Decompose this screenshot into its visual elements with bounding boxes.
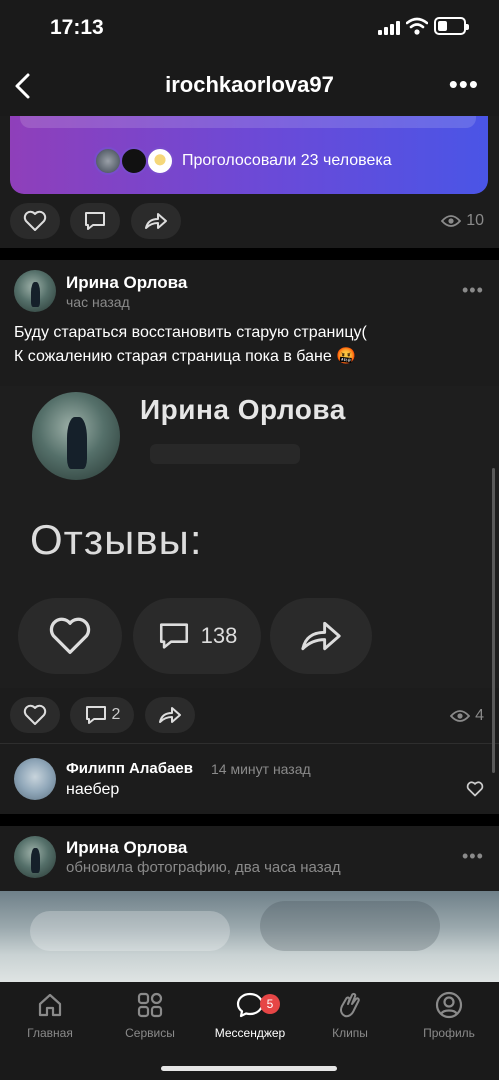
image-avatar — [32, 392, 120, 480]
cellular-signal-icon — [378, 20, 400, 35]
post-author-name[interactable]: Ирина Орлова — [66, 273, 187, 293]
tab-profile[interactable]: Профиль — [404, 990, 494, 1040]
poll-option-bar[interactable] — [20, 116, 476, 128]
share-button[interactable] — [145, 697, 195, 733]
comments-count: 2 — [111, 706, 121, 723]
comment-button[interactable] — [70, 203, 120, 239]
top-navigation-bar: irochkaorlova97 ••• — [0, 56, 499, 116]
poll-block[interactable]: Проголосовали 23 человека — [10, 116, 488, 194]
eye-icon — [450, 710, 471, 722]
post-author-name[interactable]: Ирина Орлова — [66, 838, 187, 858]
status-bar: 17:13 — [0, 0, 499, 56]
heart-icon — [23, 210, 47, 231]
tab-messenger[interactable]: Мессенджер 5 — [205, 990, 295, 1040]
poll-votes-count: Проголосовали 23 человека — [182, 152, 392, 169]
tab-home[interactable]: Главная — [5, 990, 95, 1040]
image-profile-name: Ирина Орлова — [140, 394, 346, 425]
scroll-indicator[interactable] — [492, 468, 495, 773]
comment-timestamp: 14 минут назад — [211, 761, 311, 777]
divider — [0, 743, 499, 744]
unread-badge: 5 — [260, 994, 280, 1014]
tab-label: Профиль — [423, 1026, 475, 1040]
tab-services[interactable]: Сервисы — [105, 990, 195, 1040]
image-comment-pill: 138 — [133, 598, 261, 674]
tab-clips[interactable]: Клипы — [305, 990, 395, 1040]
comment-icon — [85, 706, 106, 724]
share-button[interactable] — [131, 203, 181, 239]
profile-icon — [435, 991, 463, 1019]
share-arrow-icon — [301, 621, 341, 651]
voter-avatar — [94, 147, 122, 175]
post-text-line: Буду стараться восстановить старую стран… — [14, 324, 367, 341]
views-count: 10 — [466, 212, 484, 229]
heart-icon — [49, 617, 91, 654]
like-button[interactable] — [10, 203, 60, 239]
home-indicator — [161, 1066, 337, 1071]
services-grid-icon — [137, 992, 163, 1018]
comment-like-icon[interactable] — [466, 781, 484, 797]
post-options-icon[interactable]: ••• — [462, 280, 484, 301]
like-button[interactable] — [10, 697, 60, 733]
post-meta: обновила фотографию, два часа назад — [66, 859, 341, 876]
tab-label: Клипы — [332, 1026, 368, 1040]
post-text-line: К сожалению старая страница пока в бане … — [14, 348, 357, 365]
commenter-avatar[interactable] — [14, 758, 56, 800]
battery-icon — [434, 17, 469, 35]
clips-icon — [340, 992, 360, 1018]
comment-text: наебер — [66, 781, 120, 798]
share-arrow-icon — [159, 707, 181, 723]
views-counter: 4 — [450, 707, 484, 725]
post-options-icon[interactable]: ••• — [462, 846, 484, 867]
tab-label: Мессенджер — [214, 1026, 286, 1040]
tab-label: Главная — [27, 1026, 73, 1040]
page-title: irochkaorlova97 — [165, 72, 334, 97]
status-time: 17:13 — [50, 16, 104, 39]
home-icon — [38, 993, 62, 1017]
comment-icon — [85, 212, 105, 230]
post-image[interactable]: Ирина Орлова Отзывы: 138 — [0, 386, 499, 688]
comment-icon — [159, 623, 188, 649]
image-comment-count: 138 — [200, 623, 238, 648]
views-counter: 10 — [441, 212, 484, 230]
image-reviews-heading: Отзывы: — [30, 516, 203, 563]
author-avatar[interactable] — [14, 270, 56, 312]
more-options-icon[interactable]: ••• — [449, 71, 479, 97]
author-avatar[interactable] — [14, 836, 56, 878]
image-share-pill — [270, 598, 372, 674]
post-photo[interactable] — [0, 891, 499, 982]
voter-avatar — [120, 147, 148, 175]
heart-icon — [23, 704, 47, 725]
image-like-pill — [18, 598, 122, 674]
tab-label: Сервисы — [125, 1026, 175, 1040]
comment-button[interactable]: 2 — [70, 697, 134, 733]
voter-avatar — [146, 147, 174, 175]
image-blurred-text — [150, 444, 300, 464]
comment-author-name[interactable]: Филипп Алабаев — [66, 760, 193, 777]
views-count: 4 — [475, 707, 484, 724]
share-arrow-icon — [145, 213, 167, 229]
eye-icon — [441, 215, 462, 227]
post-timestamp: час назад — [66, 294, 130, 310]
wifi-icon — [406, 17, 428, 35]
voter-avatars — [94, 147, 184, 177]
